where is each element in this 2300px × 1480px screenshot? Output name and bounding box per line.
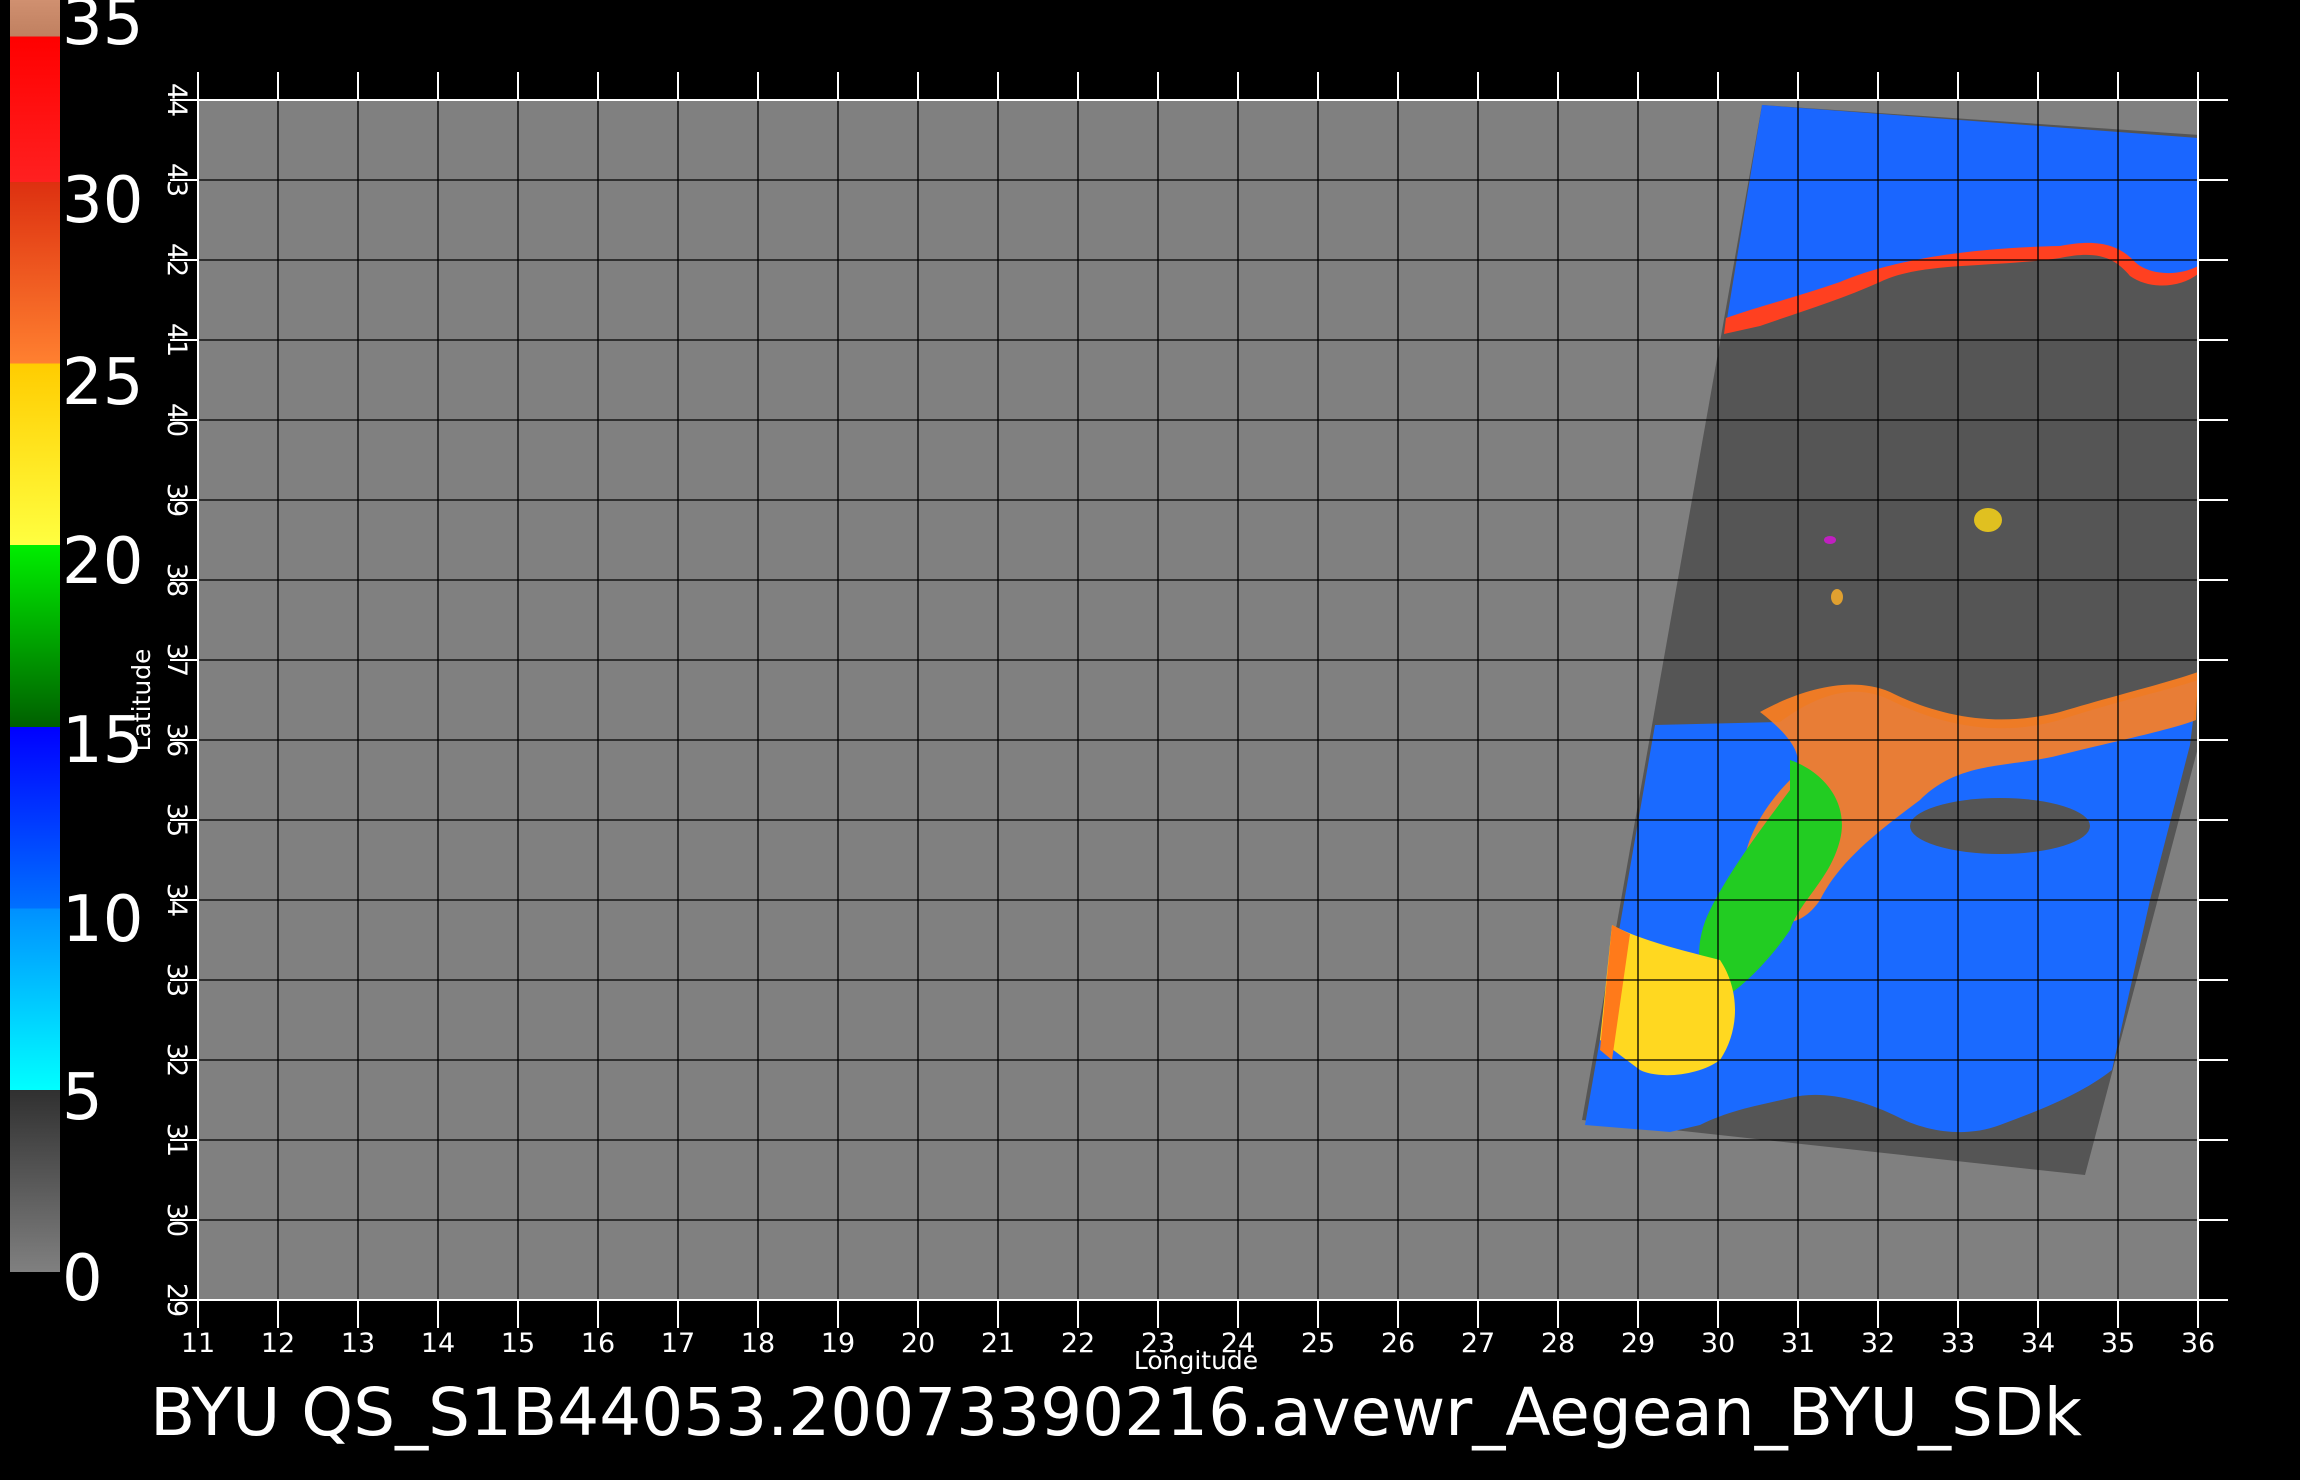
y-axis-title: Latitude [127, 649, 156, 752]
y-tick-label: 38 [161, 563, 192, 597]
y-tick-label: 44 [161, 83, 192, 117]
island-cyprus-land [1910, 798, 2090, 854]
colorbar-label-35: 35 [62, 0, 143, 60]
figure-title: BYU QS_S1B44053.20073390216.avewr_Aegean… [150, 1374, 2083, 1451]
x-tick-label: 26 [1381, 1328, 1415, 1359]
x-tick-label: 11 [181, 1328, 215, 1359]
y-tick-label: 40 [161, 403, 192, 437]
x-tick-label: 15 [501, 1328, 535, 1359]
x-tick-label: 35 [2101, 1328, 2135, 1359]
x-tick-label: 19 [821, 1328, 855, 1359]
x-tick-label: 33 [1941, 1328, 1975, 1359]
x-tick-label: 13 [341, 1328, 375, 1359]
y-tick-label: 37 [161, 643, 192, 677]
x-tick-label: 32 [1861, 1328, 1895, 1359]
y-tick-label: 43 [161, 163, 192, 197]
x-tick-label: 31 [1781, 1328, 1815, 1359]
x-tick-label: 21 [981, 1328, 1015, 1359]
y-tick-label: 31 [161, 1123, 192, 1157]
y-tick-label: 39 [161, 483, 192, 517]
x-tick-label: 27 [1461, 1328, 1495, 1359]
colorbar-label-20: 20 [62, 525, 143, 599]
y-tick-label: 33 [161, 963, 192, 997]
y-tick-label: 32 [161, 1043, 192, 1077]
island-speckle-2 [1831, 589, 1843, 605]
colorbar-label-5: 5 [62, 1061, 103, 1135]
x-tick-label: 28 [1541, 1328, 1575, 1359]
y-tick-label: 30 [161, 1203, 192, 1237]
x-tick-label: 16 [581, 1328, 615, 1359]
x-tick-label: 20 [901, 1328, 935, 1359]
colorbar-label-0: 0 [62, 1242, 103, 1316]
colorbar-label-25: 25 [62, 346, 143, 420]
y-tick-label: 35 [161, 803, 192, 837]
x-tick-label: 22 [1061, 1328, 1095, 1359]
colorbar-label-30: 30 [62, 164, 143, 238]
colorbar: 35 30 25 20 15 10 5 0 [10, 0, 143, 1316]
x-tick-label: 18 [741, 1328, 775, 1359]
island-speckle-3 [1824, 536, 1836, 544]
x-tick-label: 17 [661, 1328, 695, 1359]
x-tick-label: 25 [1301, 1328, 1335, 1359]
x-tick-label: 36 [2181, 1328, 2215, 1359]
wind-speed-map-figure: 35 30 25 20 15 10 5 0 11 12 13 14 15 16 1 [10, 0, 2228, 1451]
x-axis-title: Longitude [1134, 1346, 1258, 1375]
y-tick-label: 42 [161, 243, 192, 277]
x-tick-label: 30 [1701, 1328, 1735, 1359]
x-tick-label: 29 [1621, 1328, 1655, 1359]
x-tick-label: 34 [2021, 1328, 2055, 1359]
map-plot-area: 11 12 13 14 15 16 17 18 19 20 21 22 23 24 25 26 27 28 29 30… [161, 72, 2228, 1359]
x-tick-label: 12 [261, 1328, 295, 1359]
y-tick-label: 41 [161, 323, 192, 357]
x-tick-label: 14 [421, 1328, 455, 1359]
y-tick-label: 36 [161, 723, 192, 757]
island-speckle-1 [1974, 508, 2002, 532]
colorbar-label-10: 10 [62, 883, 143, 957]
colorbar-scale [10, 0, 60, 1272]
y-tick-label: 29 [161, 1283, 192, 1317]
y-tick-label: 34 [161, 883, 192, 917]
